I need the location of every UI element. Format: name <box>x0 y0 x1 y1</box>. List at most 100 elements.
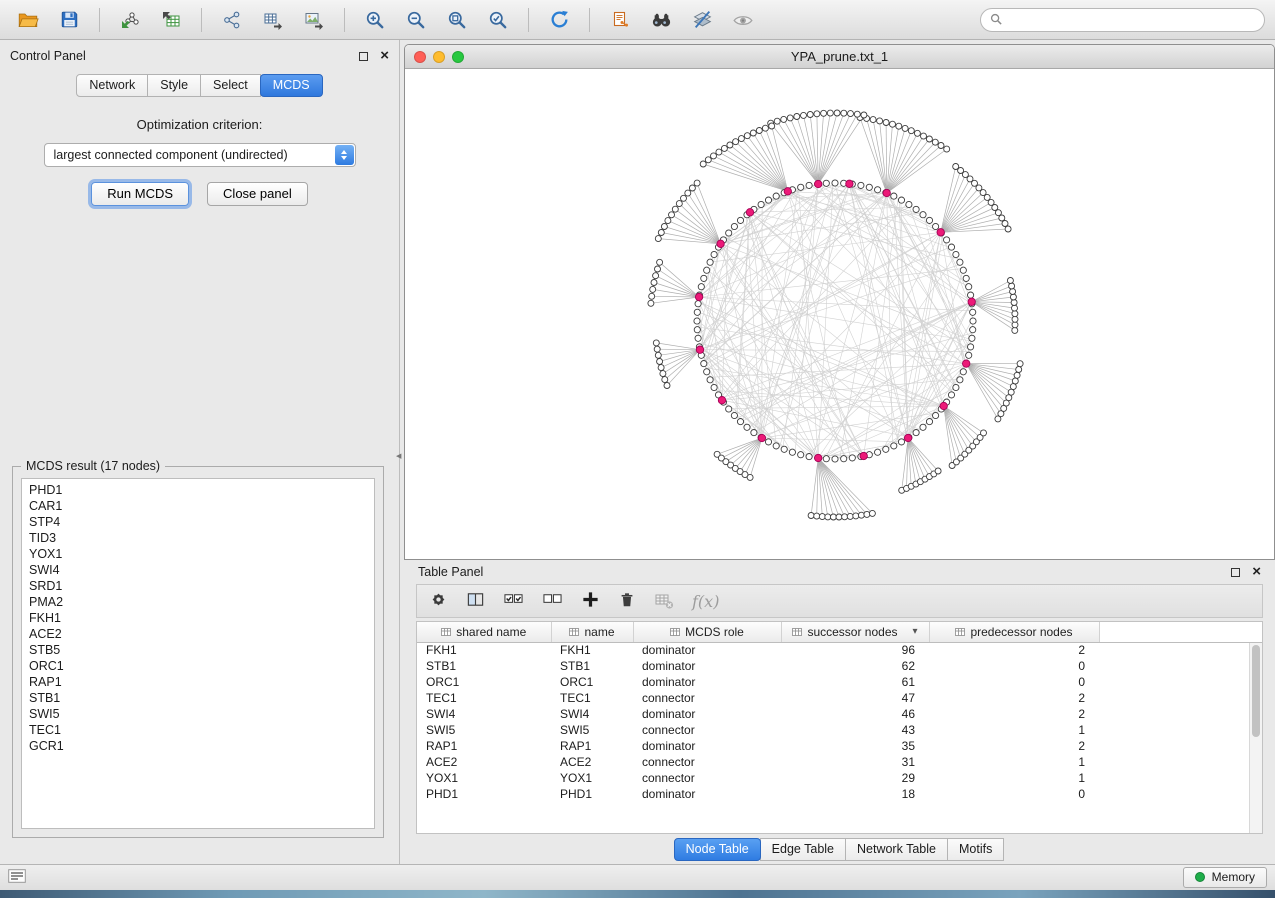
table-row[interactable]: STB1STB1dominator620 <box>417 658 1262 674</box>
column-header-successor-nodes[interactable]: successor nodes▾ <box>781 622 929 642</box>
window-minimize-icon[interactable] <box>433 51 445 63</box>
table-row[interactable]: YOX1YOX1connector291 <box>417 770 1262 786</box>
tab-select[interactable]: Select <box>200 74 261 97</box>
cell-predecessor-nodes: 2 <box>929 706 1099 722</box>
result-item[interactable]: SWI5 <box>29 706 367 722</box>
result-item[interactable]: CAR1 <box>29 498 367 514</box>
cell-filler <box>1099 770 1262 786</box>
result-item[interactable]: FKH1 <box>29 610 367 626</box>
first-neighbors-button[interactable] <box>643 5 679 35</box>
table-row[interactable]: TEC1TEC1connector472 <box>417 690 1262 706</box>
desktop-wallpaper-strip <box>0 890 1275 898</box>
tab-network[interactable]: Network <box>76 74 148 97</box>
result-item[interactable]: PMA2 <box>29 594 367 610</box>
table-scrollbar[interactable] <box>1249 643 1262 833</box>
zoom-fit-button[interactable] <box>439 5 475 35</box>
table-row[interactable]: SWI5SWI5connector431 <box>417 722 1262 738</box>
export-table-icon <box>263 10 283 30</box>
hide-graphics-button[interactable] <box>684 5 720 35</box>
memory-button[interactable]: Memory <box>1183 867 1267 888</box>
sort-desc-icon: ▾ <box>913 626 918 637</box>
run-mcds-button[interactable]: Run MCDS <box>91 182 189 206</box>
plus-icon <box>581 590 600 609</box>
result-item[interactable]: STB5 <box>29 642 367 658</box>
table-settings-button[interactable] <box>429 590 448 612</box>
cell-name: FKH1 <box>551 642 633 658</box>
tab-style[interactable]: Style <box>147 74 201 97</box>
table-scrollbar-thumb[interactable] <box>1252 645 1260 737</box>
float-table-panel-button[interactable] <box>1231 568 1240 577</box>
column-header-name[interactable]: name <box>551 622 633 642</box>
float-panel-button[interactable] <box>359 52 368 61</box>
function-builder-button[interactable]: f(x) <box>692 592 719 611</box>
close-panel-button[interactable]: × <box>380 51 389 61</box>
result-item[interactable]: STP4 <box>29 514 367 530</box>
network-view[interactable] <box>405 69 1274 559</box>
criterion-dropdown[interactable]: largest connected component (undirected) <box>44 143 356 167</box>
table-row[interactable]: FKH1FKH1dominator962 <box>417 642 1262 658</box>
network-window-titlebar[interactable]: YPA_prune.txt_1 <box>405 45 1274 69</box>
search-input[interactable] <box>1009 13 1255 27</box>
cell-mcds-role: connector <box>633 770 781 786</box>
export-network-button[interactable] <box>214 5 250 35</box>
cell-filler <box>1099 722 1262 738</box>
column-header-filler <box>1099 622 1262 642</box>
tab-network-table[interactable]: Network Table <box>845 838 948 861</box>
result-item[interactable]: RAP1 <box>29 674 367 690</box>
show-columns-button[interactable] <box>466 590 485 612</box>
deselect-all-button[interactable] <box>542 590 563 612</box>
result-item[interactable]: SRD1 <box>29 578 367 594</box>
result-item[interactable]: TEC1 <box>29 722 367 738</box>
column-header-shared-name[interactable]: shared name <box>417 622 551 642</box>
show-hide-button[interactable] <box>725 5 761 35</box>
window-maximize-icon[interactable] <box>452 51 464 63</box>
open-session-button[interactable] <box>10 5 46 35</box>
panel-splitter-handle[interactable]: ◀ <box>396 452 401 460</box>
panel-menu-button[interactable] <box>8 869 26 886</box>
tab-motifs[interactable]: Motifs <box>947 838 1004 861</box>
mcds-result-title: MCDS result (17 nodes) <box>21 459 165 473</box>
save-session-button[interactable] <box>51 5 87 35</box>
export-table-button[interactable] <box>255 5 291 35</box>
add-row-button[interactable] <box>581 590 600 612</box>
import-table-button[interactable] <box>153 5 189 35</box>
tab-mcds[interactable]: MCDS <box>260 74 323 97</box>
table-row[interactable]: PHD1PHD1dominator180 <box>417 786 1262 802</box>
zoom-out-button[interactable] <box>398 5 434 35</box>
close-table-panel-button[interactable]: × <box>1252 567 1261 577</box>
select-all-button[interactable] <box>503 590 524 612</box>
zoom-selected-button[interactable] <box>480 5 516 35</box>
table-row[interactable]: ORC1ORC1dominator610 <box>417 674 1262 690</box>
result-item[interactable]: PHD1 <box>29 482 367 498</box>
export-image-button[interactable] <box>296 5 332 35</box>
close-panel-button-2[interactable]: Close panel <box>207 182 308 206</box>
result-item[interactable]: SWI4 <box>29 562 367 578</box>
tab-node-table[interactable]: Node Table <box>674 838 761 861</box>
result-item[interactable]: GCR1 <box>29 738 367 754</box>
zoom-fit-icon <box>447 10 467 30</box>
cell-successor-nodes: 43 <box>781 722 929 738</box>
result-item[interactable]: ORC1 <box>29 658 367 674</box>
table-row[interactable]: ACE2ACE2connector311 <box>417 754 1262 770</box>
delete-table-button[interactable] <box>654 590 674 613</box>
zoom-in-button[interactable] <box>357 5 393 35</box>
cell-name: PHD1 <box>551 786 633 802</box>
import-network-button[interactable] <box>112 5 148 35</box>
delete-row-button[interactable] <box>618 591 636 612</box>
result-item[interactable]: STB1 <box>29 690 367 706</box>
mcds-result-list[interactable]: PHD1CAR1STP4TID3YOX1SWI4SRD1PMA2FKH1ACE2… <box>21 478 375 829</box>
result-item[interactable]: ACE2 <box>29 626 367 642</box>
network-canvas[interactable] <box>405 69 1273 560</box>
column-header-MCDS-role[interactable]: MCDS role <box>633 622 781 642</box>
column-header-predecessor-nodes[interactable]: predecessor nodes <box>929 622 1099 642</box>
toolbar-separator <box>344 8 345 32</box>
clone-network-button[interactable] <box>602 5 638 35</box>
table-row[interactable]: SWI4SWI4dominator462 <box>417 706 1262 722</box>
result-item[interactable]: YOX1 <box>29 546 367 562</box>
refresh-button[interactable] <box>541 5 577 35</box>
table-row[interactable]: RAP1RAP1dominator352 <box>417 738 1262 754</box>
tab-edge-table[interactable]: Edge Table <box>760 838 846 861</box>
search-box[interactable] <box>980 8 1265 32</box>
result-item[interactable]: TID3 <box>29 530 367 546</box>
window-close-icon[interactable] <box>414 51 426 63</box>
